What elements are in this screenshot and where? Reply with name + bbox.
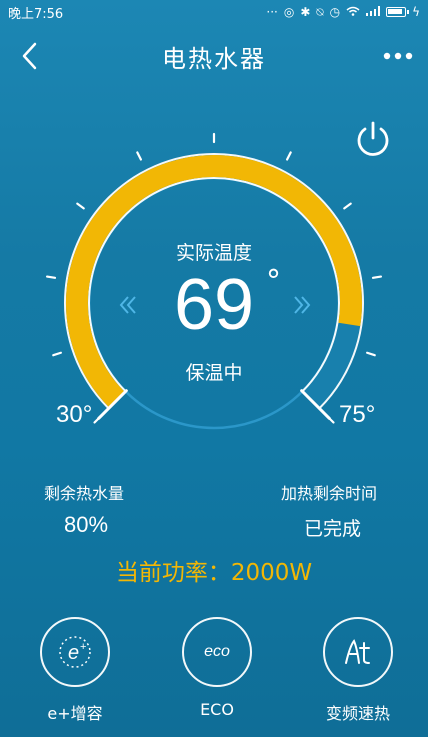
- wifi-icon: [346, 5, 360, 19]
- degree-symbol: °: [266, 264, 281, 299]
- alarm-icon: ◎: [283, 5, 295, 19]
- eco-icon: eco: [204, 643, 230, 660]
- e-plus-icon: e +: [59, 636, 91, 668]
- more-dots-icon: [383, 52, 413, 60]
- chevron-left-icon: [22, 42, 37, 70]
- bluetooth-icon: ✱: [300, 5, 311, 19]
- mute-icon: ⍉: [316, 4, 324, 19]
- hot-water-label: 剩余热水量: [44, 484, 125, 503]
- rapid-heat-label: 变频速热: [325, 704, 390, 723]
- battery-icon: [386, 7, 410, 17]
- dial-tick: [326, 415, 335, 424]
- more-button[interactable]: [380, 38, 416, 74]
- dial-tick: [76, 202, 85, 210]
- e-plus-button[interactable]: e +: [40, 617, 110, 687]
- app-header: 电热水器: [0, 30, 428, 82]
- page-title: 电热水器: [162, 44, 266, 73]
- eco-label: ECO: [200, 700, 234, 719]
- status-bar: 晚上7:56 ··· ◎ ✱ ⍉ ◷ ϟ: [0, 0, 428, 24]
- dial-tick: [371, 275, 383, 279]
- heat-time-label: 加热剩余时间: [281, 484, 378, 503]
- range-max-label: 75°: [339, 401, 376, 428]
- current-power: 当前功率：2000W: [115, 560, 313, 586]
- dial-tick: [343, 202, 352, 210]
- temperature-value: 69: [173, 265, 255, 345]
- rapid-heat-button[interactable]: [323, 617, 393, 687]
- increase-temp-button[interactable]: [288, 292, 314, 318]
- svg-text:+: +: [80, 641, 86, 653]
- eco-ring: eco: [182, 617, 252, 687]
- dial-tick: [285, 151, 292, 161]
- e-plus-label: e+增容: [47, 704, 103, 723]
- battery-fill: [388, 9, 403, 14]
- rapid-heat-ring: [323, 617, 393, 687]
- heating-status: 保温中: [185, 362, 243, 384]
- dial-tick: [45, 275, 57, 279]
- double-chevron-right-icon: [294, 296, 311, 314]
- hot-water-value: 80%: [64, 512, 109, 537]
- actual-temp-label: 实际温度: [175, 242, 252, 264]
- charging-icon: ϟ: [412, 5, 420, 19]
- dial-tick: [93, 415, 102, 424]
- dial-tick: [136, 151, 143, 161]
- status-time: 晚上7:56: [8, 6, 64, 22]
- rapid-heat-icon: [345, 639, 370, 664]
- dots-icon: ···: [266, 5, 278, 19]
- range-min-label: 30°: [56, 401, 93, 428]
- dial-tick: [52, 351, 62, 357]
- signal-icon: [366, 5, 381, 19]
- clock-icon: ◷: [329, 5, 341, 19]
- dial-tick: [366, 351, 376, 357]
- svg-text:e: e: [68, 642, 79, 664]
- e-plus-ring: e +: [40, 617, 110, 687]
- double-chevron-left-icon: [119, 296, 136, 314]
- decrease-temp-button[interactable]: [116, 292, 142, 318]
- status-icons: ··· ◎ ✱ ⍉ ◷ ϟ: [266, 5, 420, 20]
- eco-button[interactable]: eco: [182, 617, 252, 687]
- back-button[interactable]: [12, 38, 48, 74]
- heat-time-value: 已完成: [304, 518, 362, 540]
